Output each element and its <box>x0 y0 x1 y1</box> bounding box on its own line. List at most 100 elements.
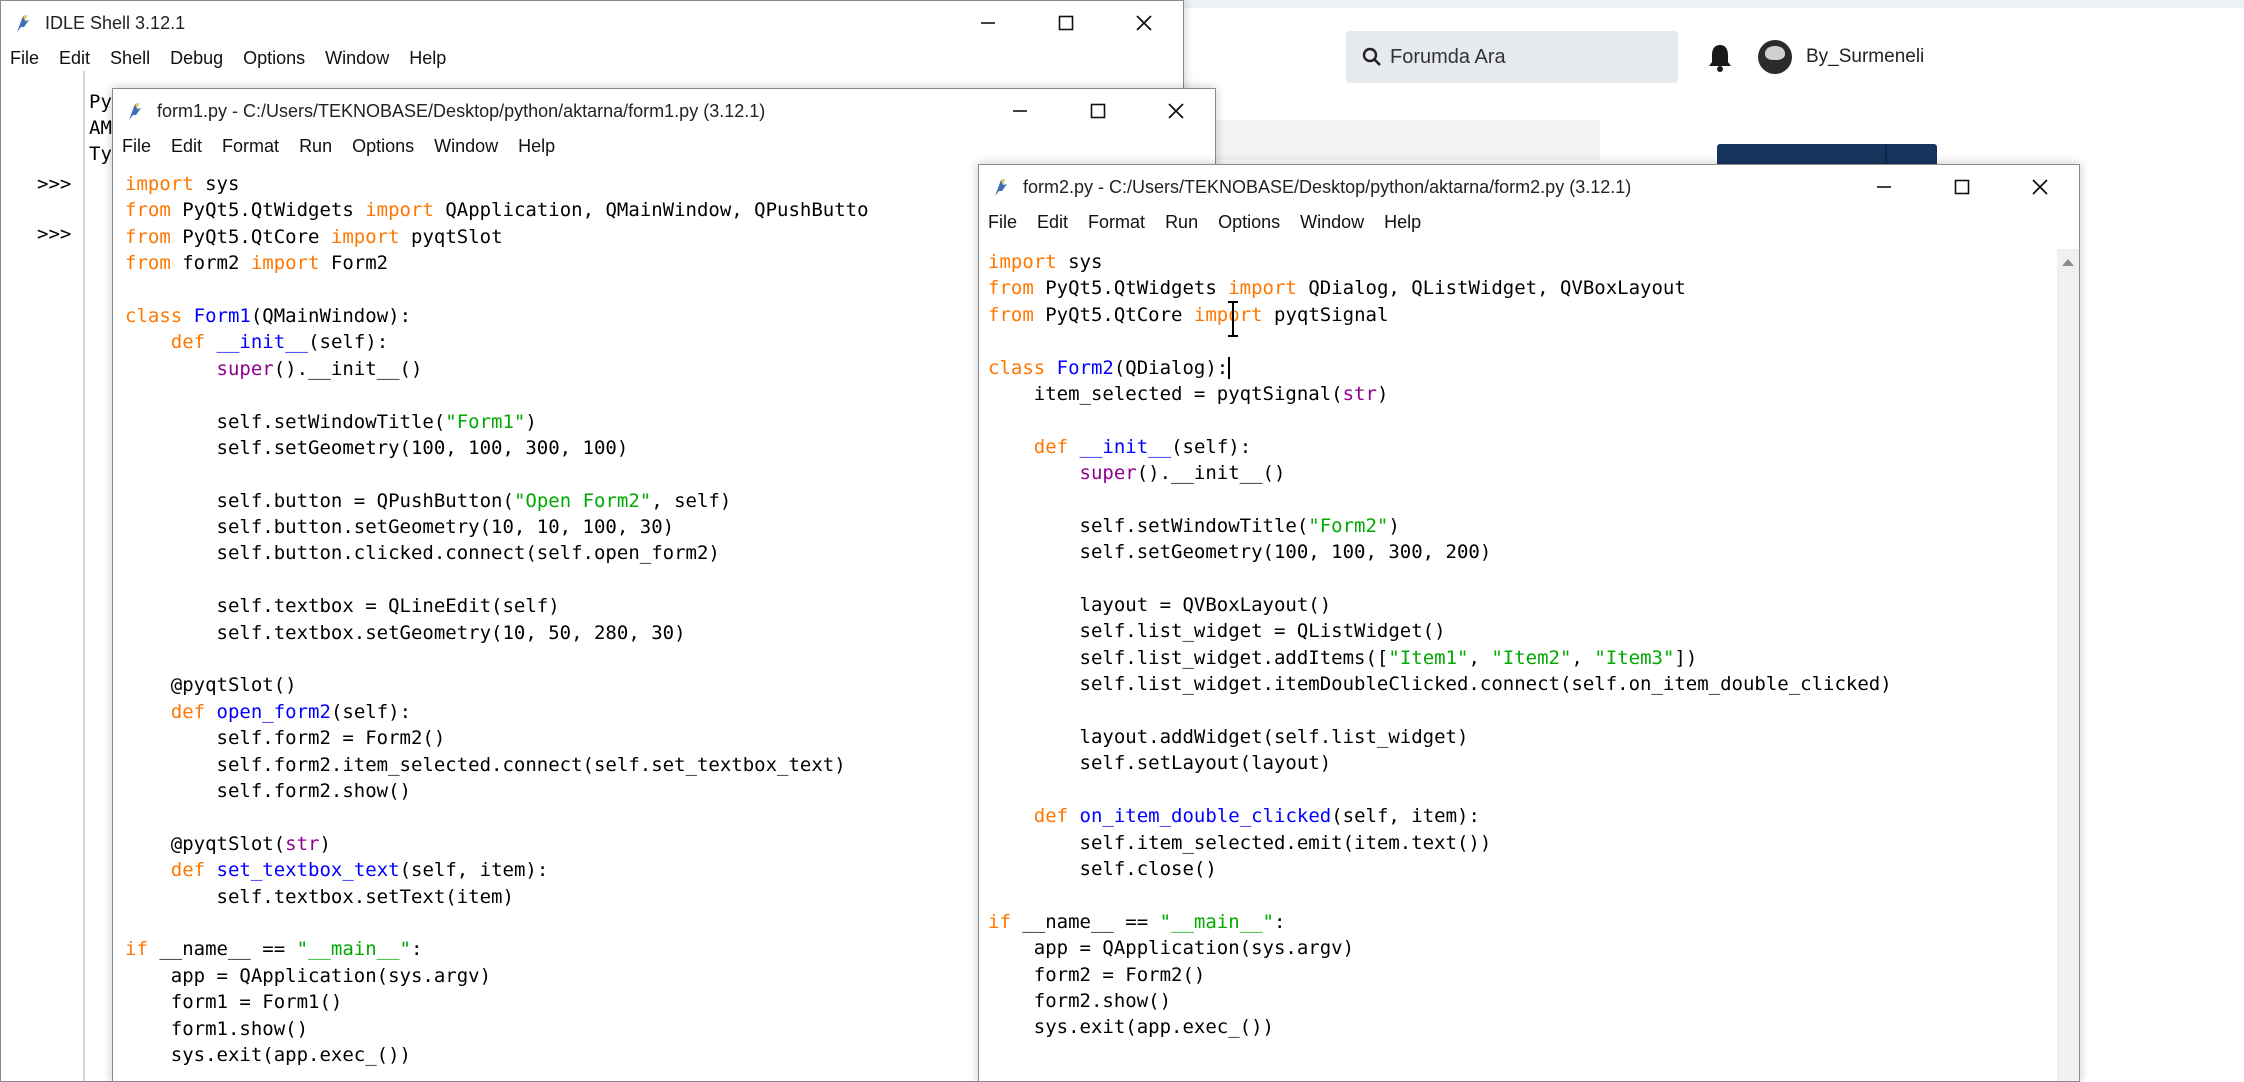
code-line[interactable]: from PyQt5.QtCore import pyqtSlot <box>125 224 869 250</box>
code-line[interactable] <box>125 804 869 830</box>
close-button[interactable] <box>1137 89 1215 133</box>
menu-window[interactable]: Window <box>1291 212 1375 233</box>
code-line[interactable]: self.textbox.setGeometry(10, 50, 280, 30… <box>125 620 869 646</box>
code-line[interactable]: class Form1(QMainWindow): <box>125 303 869 329</box>
maximize-button[interactable] <box>1027 1 1105 45</box>
code-line[interactable]: self.item_selected.emit(item.text()) <box>988 830 1892 856</box>
code-line[interactable] <box>988 777 1892 803</box>
code-line[interactable]: def on_item_double_clicked(self, item): <box>988 803 1892 829</box>
code-line[interactable] <box>125 461 869 487</box>
menu-format[interactable]: Format <box>1079 212 1156 233</box>
avatar[interactable] <box>1758 40 1792 74</box>
code-line[interactable]: from PyQt5.QtWidgets import QApplication… <box>125 197 869 223</box>
bell-icon[interactable] <box>1706 42 1734 72</box>
menu-format[interactable]: Format <box>213 136 290 157</box>
scroll-up-arrow-icon[interactable] <box>2062 259 2074 266</box>
code-line[interactable]: def __init__(self): <box>988 434 1892 460</box>
code-line[interactable]: def set_textbox_text(self, item): <box>125 857 869 883</box>
code-line[interactable]: app = QApplication(sys.argv) <box>988 935 1892 961</box>
code-line[interactable] <box>988 566 1892 592</box>
username-label[interactable]: By_Surmeneli <box>1806 46 1924 68</box>
code-editor[interactable]: import sys from PyQt5.QtWidgets import QD… <box>988 249 1892 1041</box>
code-line[interactable]: self.textbox = QLineEdit(self) <box>125 593 869 619</box>
menu-help[interactable]: Help <box>1375 212 1432 233</box>
maximize-button[interactable] <box>1059 89 1137 133</box>
code-line[interactable]: self.setLayout(layout) <box>988 750 1892 776</box>
code-line[interactable]: def __init__(self): <box>125 329 869 355</box>
menu-file[interactable]: File <box>113 136 162 157</box>
code-line[interactable]: class Form2(QDialog): <box>988 355 1892 381</box>
code-line[interactable]: app = QApplication(sys.argv) <box>125 963 869 989</box>
code-line[interactable]: self.button.clicked.connect(self.open_fo… <box>125 540 869 566</box>
form1-titlebar[interactable]: form1.py - C:/Users/TEKNOBASE/Desktop/py… <box>113 89 1215 133</box>
form2-editor-window[interactable]: form2.py - C:/Users/TEKNOBASE/Desktop/py… <box>978 164 2080 1082</box>
code-line[interactable] <box>988 882 1892 908</box>
menu-shell[interactable]: Shell <box>101 48 161 69</box>
maximize-button[interactable] <box>1923 165 2001 209</box>
menu-edit[interactable]: Edit <box>1028 212 1079 233</box>
code-line[interactable] <box>988 407 1892 433</box>
code-line[interactable]: from form2 import Form2 <box>125 250 869 276</box>
code-line[interactable] <box>125 646 869 672</box>
code-line[interactable]: item_selected = pyqtSignal(str) <box>988 381 1892 407</box>
code-line[interactable]: self.form2.item_selected.connect(self.se… <box>125 752 869 778</box>
code-line[interactable]: sys.exit(app.exec_()) <box>125 1042 869 1068</box>
code-line[interactable]: import sys <box>988 249 1892 275</box>
code-line[interactable]: self.setGeometry(100, 100, 300, 100) <box>125 435 869 461</box>
code-line[interactable]: self.button = QPushButton("Open Form2", … <box>125 488 869 514</box>
minimize-button[interactable] <box>981 89 1059 133</box>
code-line[interactable]: layout.addWidget(self.list_widget) <box>988 724 1892 750</box>
code-line[interactable]: from PyQt5.QtCore import pyqtSignal <box>988 302 1892 328</box>
minimize-button[interactable] <box>1845 165 1923 209</box>
code-line[interactable]: self.form2.show() <box>125 778 869 804</box>
code-line[interactable]: layout = QVBoxLayout() <box>988 592 1892 618</box>
code-line[interactable]: self.list_widget.addItems(["Item1", "Ite… <box>988 645 1892 671</box>
code-line[interactable]: self.setGeometry(100, 100, 300, 200) <box>988 539 1892 565</box>
code-line[interactable] <box>125 277 869 303</box>
code-line[interactable] <box>125 567 869 593</box>
menu-edit[interactable]: Edit <box>162 136 213 157</box>
shell-titlebar[interactable]: IDLE Shell 3.12.1 <box>1 1 1183 45</box>
code-line[interactable]: self.setWindowTitle("Form1") <box>125 409 869 435</box>
code-editor[interactable]: import sys from PyQt5.QtWidgets import QA… <box>125 171 869 1068</box>
code-line[interactable]: self.form2 = Form2() <box>125 725 869 751</box>
code-line[interactable]: form1.show() <box>125 1016 869 1042</box>
menu-options[interactable]: Options <box>234 48 316 69</box>
code-line[interactable]: from PyQt5.QtWidgets import QDialog, QLi… <box>988 275 1892 301</box>
code-line[interactable]: form1 = Form1() <box>125 989 869 1015</box>
menu-window[interactable]: Window <box>316 48 400 69</box>
code-line[interactable]: if __name__ == "__main__": <box>988 909 1892 935</box>
code-line[interactable]: form2.show() <box>988 988 1892 1014</box>
minimize-button[interactable] <box>949 1 1027 45</box>
code-line[interactable]: self.list_widget = QListWidget() <box>988 618 1892 644</box>
code-line[interactable]: if __name__ == "__main__": <box>125 936 869 962</box>
close-button[interactable] <box>2001 165 2079 209</box>
menu-options[interactable]: Options <box>343 136 425 157</box>
code-line[interactable] <box>988 698 1892 724</box>
code-line[interactable]: @pyqtSlot() <box>125 672 869 698</box>
menu-help[interactable]: Help <box>509 136 566 157</box>
code-line[interactable] <box>988 487 1892 513</box>
menu-debug[interactable]: Debug <box>161 48 234 69</box>
code-line[interactable]: self.button.setGeometry(10, 10, 100, 30) <box>125 514 869 540</box>
code-line[interactable]: form2 = Form2() <box>988 962 1892 988</box>
code-line[interactable]: self.textbox.setText(item) <box>125 884 869 910</box>
code-line[interactable]: import sys <box>125 171 869 197</box>
code-line[interactable]: self.list_widget.itemDoubleClicked.conne… <box>988 671 1892 697</box>
close-button[interactable] <box>1105 1 1183 45</box>
code-line[interactable]: def open_form2(self): <box>125 699 869 725</box>
code-line[interactable]: super().__init__() <box>125 356 869 382</box>
menu-file[interactable]: File <box>979 212 1028 233</box>
vertical-scrollbar[interactable] <box>2057 249 2079 1081</box>
code-line[interactable]: self.close() <box>988 856 1892 882</box>
menu-edit[interactable]: Edit <box>50 48 101 69</box>
menu-run[interactable]: Run <box>1156 212 1209 233</box>
code-line[interactable] <box>125 382 869 408</box>
menu-file[interactable]: File <box>1 48 50 69</box>
menu-run[interactable]: Run <box>290 136 343 157</box>
code-line[interactable]: sys.exit(app.exec_()) <box>988 1014 1892 1040</box>
code-line[interactable] <box>125 910 869 936</box>
form2-titlebar[interactable]: form2.py - C:/Users/TEKNOBASE/Desktop/py… <box>979 165 2079 209</box>
code-line[interactable] <box>988 328 1892 354</box>
menu-window[interactable]: Window <box>425 136 509 157</box>
